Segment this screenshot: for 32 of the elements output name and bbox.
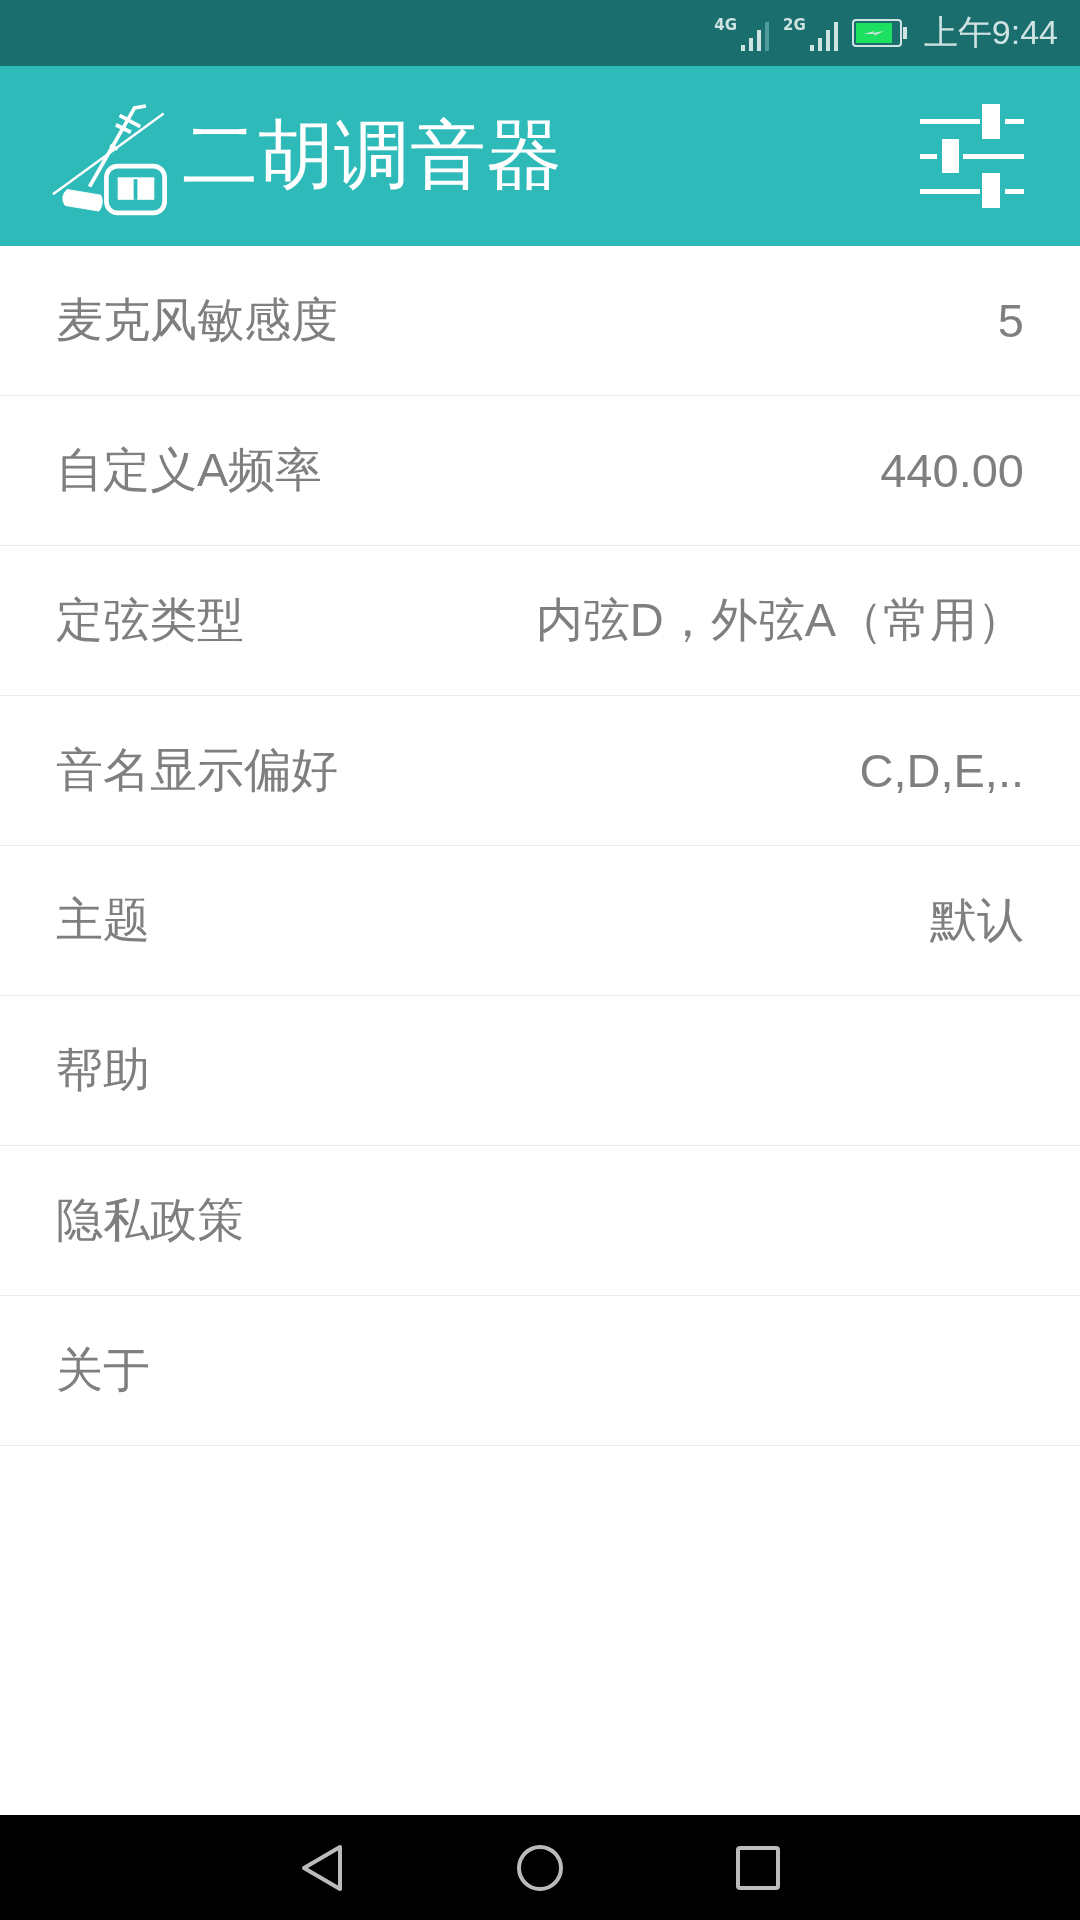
- settings-item[interactable]: 关于: [0, 1296, 1080, 1446]
- settings-sliders-icon[interactable]: [920, 104, 1024, 208]
- signal-icon: [741, 21, 770, 51]
- settings-item[interactable]: 帮助: [0, 996, 1080, 1146]
- home-icon[interactable]: [516, 1843, 564, 1892]
- setting-label: 主题: [56, 892, 150, 948]
- setting-value: C,D,E,..: [859, 743, 1024, 798]
- recents-icon[interactable]: [736, 1845, 780, 1890]
- network-label: 4G: [714, 16, 738, 34]
- settings-item[interactable]: 定弦类型 内弦D，外弦A（常用）: [0, 546, 1080, 696]
- setting-value: 440.00: [880, 443, 1024, 498]
- setting-label: 定弦类型: [56, 592, 244, 648]
- app-title: 二胡调音器: [182, 108, 563, 201]
- settings-item[interactable]: 麦克风敏感度 5: [0, 246, 1080, 396]
- setting-value: 5: [997, 293, 1024, 348]
- setting-label: 麦克风敏感度: [56, 292, 338, 348]
- battery-charging-icon: [851, 19, 908, 47]
- setting-label: 帮助: [56, 1042, 150, 1098]
- settings-item[interactable]: 自定义A频率 440.00: [0, 396, 1080, 546]
- setting-label: 音名显示偏好: [56, 742, 338, 798]
- settings-item[interactable]: 隐私政策: [0, 1146, 1080, 1296]
- settings-item[interactable]: 音名显示偏好 C,D,E,..: [0, 696, 1080, 846]
- back-icon[interactable]: [300, 1843, 344, 1892]
- setting-label: 隐私政策: [56, 1192, 244, 1248]
- clock: 上午9:44: [923, 12, 1058, 53]
- settings-item[interactable]: 主题 默认: [0, 846, 1080, 996]
- network-label: 2G: [783, 16, 806, 34]
- setting-label: 自定义A频率: [56, 442, 323, 498]
- setting-value: 内弦D，外弦A（常用）: [535, 592, 1024, 648]
- signal-icon: [809, 21, 838, 51]
- setting-value: 默认: [930, 892, 1024, 948]
- setting-label: 关于: [56, 1342, 150, 1398]
